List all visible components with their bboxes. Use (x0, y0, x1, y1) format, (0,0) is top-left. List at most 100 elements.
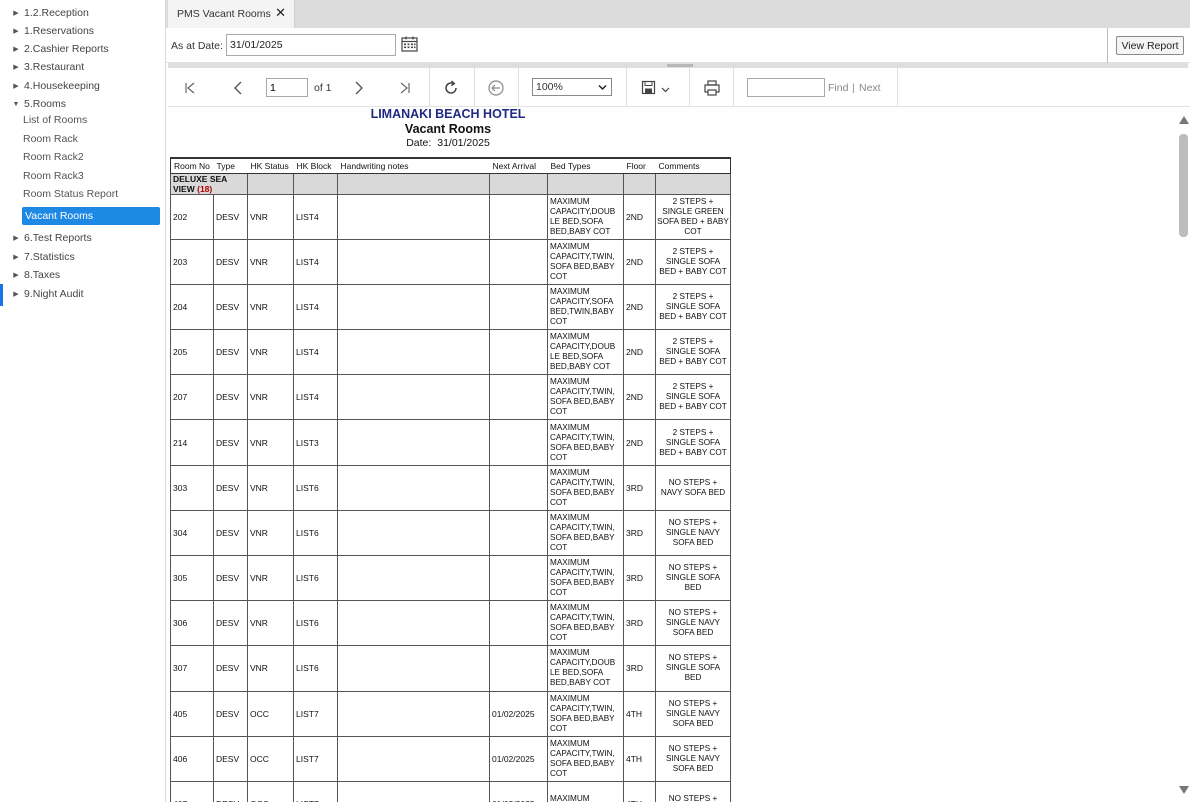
close-icon[interactable]: ✕ (275, 6, 286, 20)
sidebar-subitem-room-status-report[interactable]: Room Status Report (23, 185, 118, 203)
cell-floor: 3RD (623, 600, 656, 647)
sidebar-item-night-audit[interactable]: ▶ 9.Night Audit (0, 285, 83, 303)
cell-handwriting-notes (337, 464, 490, 511)
cell-comments: NO STEPS + SINGLE NAVY SOFA BED (655, 600, 731, 647)
cell-room-no: 305 (170, 554, 214, 602)
as-at-date-input[interactable] (226, 34, 396, 56)
cell-comments: NO STEPS + SINGLE SOFA BED (655, 554, 731, 602)
cell-comments: 2 STEPS + SINGLE SOFA BED + BABY COT (655, 238, 731, 285)
table-row: 307 DESV VNR LIST6 MAXIMUM CAPACITY,DOUB LE … (170, 645, 731, 692)
cell-bed-types: MAXIMUM CAPACITY,TWIN, SOFA BED,BABY COT (547, 600, 624, 647)
next-page-icon[interactable] (350, 79, 368, 97)
cell-hk-status: OCC (247, 735, 294, 782)
refresh-icon[interactable] (442, 79, 460, 97)
app-root: ▶ 1.2.Reception ▶ 1.Reservations ▶ 2.Cas… (0, 0, 1190, 802)
find-button[interactable]: Find (828, 82, 848, 94)
column-header: Comments (655, 157, 731, 174)
cell-hk-block: LIST7 (293, 735, 338, 782)
toolbar-divider (626, 68, 627, 106)
sidebar-item-label: 8.Taxes (24, 269, 61, 281)
cell-floor: 2ND (623, 193, 656, 240)
zoom-select[interactable]: 100% (532, 78, 612, 96)
cell-hk-status: VNR (247, 464, 294, 511)
column-header: Next Arrival (489, 157, 548, 174)
table-cell (623, 172, 656, 195)
cell-comments: NO STEPS + SINGLE NAVY (655, 780, 731, 802)
cell-floor: 3RD (623, 464, 656, 511)
sidebar-item-taxes[interactable]: ▶ 8.Taxes (0, 266, 60, 284)
tab-pms-vacant-rooms[interactable]: PMS Vacant Rooms ✕ (168, 0, 295, 28)
back-to-parent-icon[interactable] (487, 79, 505, 97)
sidebar-item-housekeeping[interactable]: ▶ 4.Housekeeping (0, 77, 100, 95)
view-report-button[interactable]: View Report (1116, 36, 1184, 55)
caret-down-icon: ▼ (12, 100, 20, 108)
sidebar-item-reservations[interactable]: ▶ 1.Reservations (0, 22, 94, 40)
sidebar-item-statistics[interactable]: ▶ 7.Statistics (0, 248, 74, 266)
cell-comments: NO STEPS + SINGLE NAVY SOFA BED (655, 690, 731, 737)
cell-type: DESV (213, 419, 248, 466)
print-icon[interactable] (703, 79, 721, 97)
zoom-value: 100% (536, 81, 563, 93)
cell-next-arrival: 01/02/2025 (489, 690, 548, 737)
table-row: 205 DESV VNR LIST4 MAXIMUM CAPACITY,DOUB LE … (170, 329, 731, 376)
cell-bed-types: MAXIMUM CAPACITY,TWIN, (547, 780, 624, 802)
table-row: 202 DESV VNR LIST4 MAXIMUM CAPACITY,DOUB LE … (170, 193, 731, 240)
cell-handwriting-notes (337, 600, 490, 647)
scroll-down-icon[interactable] (1179, 786, 1189, 794)
group-count: (18) (197, 183, 213, 194)
first-page-icon[interactable] (181, 79, 199, 97)
sidebar-subitem-room-rack3[interactable]: Room Rack3 (23, 167, 84, 185)
cell-next-arrival (489, 554, 548, 602)
sidebar-item-label: 5.Rooms (24, 98, 67, 110)
sidebar-subitem-vacant-rooms[interactable]: Vacant Rooms (22, 207, 160, 225)
column-header: HK Status (247, 157, 294, 174)
cell-hk-block: LIST7 (293, 690, 338, 737)
table-row: 306 DESV VNR LIST6 MAXIMUM CAPACITY,TWIN, SO… (170, 600, 731, 647)
splitter-grip[interactable] (667, 64, 693, 67)
sidebar-item-cashier-reports[interactable]: ▶ 2.Cashier Reports (0, 40, 108, 58)
page-number-input[interactable] (266, 78, 308, 97)
find-input[interactable] (747, 78, 825, 97)
cell-hk-block: LIST4 (293, 193, 338, 240)
caret-right-icon: ▶ (13, 235, 19, 242)
cell-room-no: 303 (170, 464, 214, 511)
vacant-rooms-table: Room No Type HK Status HK Block Handwrit… (170, 157, 731, 802)
cell-handwriting-notes (337, 193, 490, 240)
toolbar-divider (429, 68, 430, 106)
table-row: 406 DESV OCC LIST7 01/02/2025 MAXIMUM CAPACIT… (170, 735, 731, 782)
cell-hk-status: VNR (247, 554, 294, 602)
sidebar-subitem-label: List of Rooms (23, 114, 88, 126)
sidebar-subitem-room-rack[interactable]: Room Rack (23, 130, 78, 148)
sidebar-item-reception[interactable]: ▶ 1.2.Reception (0, 4, 89, 22)
cell-type: DESV (213, 509, 248, 557)
scrollbar-thumb[interactable] (1179, 134, 1188, 237)
calendar-icon[interactable] (401, 36, 418, 52)
caret-right-icon: ▶ (13, 272, 19, 279)
last-page-icon[interactable] (396, 79, 414, 97)
sidebar-subitem-label: Vacant Rooms (25, 210, 94, 222)
cell-floor: 2ND (623, 374, 656, 421)
cell-room-no: 304 (170, 509, 214, 557)
cell-room-no: 307 (170, 645, 214, 692)
scroll-up-icon[interactable] (1179, 116, 1189, 124)
find-next-button[interactable]: Next (859, 82, 881, 94)
table-cell (547, 172, 624, 195)
save-export-icon[interactable] (641, 79, 671, 97)
sidebar-subitem-list-of-rooms[interactable]: List of Rooms (23, 111, 87, 129)
sidebar-subitem-room-rack2[interactable]: Room Rack2 (23, 148, 84, 166)
toolbar-divider (474, 68, 475, 106)
cell-type: DESV (213, 193, 248, 240)
cell-hk-block: LIST6 (293, 464, 338, 511)
previous-page-icon[interactable] (229, 79, 247, 97)
caret-right-icon: ▶ (13, 28, 19, 35)
vertical-scrollbar[interactable] (1176, 107, 1190, 802)
report-date-value: 31/01/2025 (437, 137, 490, 149)
table-row: 305 DESV VNR LIST6 MAXIMUM CAPACITY,TWIN, SO… (170, 554, 731, 602)
table-row: 207 DESV VNR LIST4 MAXIMUM CAPACITY,TWIN, SO… (170, 374, 731, 421)
find-separator: | (852, 82, 855, 94)
toolbar-divider (689, 68, 690, 106)
sidebar-item-test-reports[interactable]: ▶ 6.Test Reports (0, 229, 91, 247)
cell-hk-status: VNR (247, 374, 294, 421)
cell-room-no: 407 (170, 780, 214, 802)
sidebar-item-restaurant[interactable]: ▶ 3.Restaurant (0, 58, 84, 76)
